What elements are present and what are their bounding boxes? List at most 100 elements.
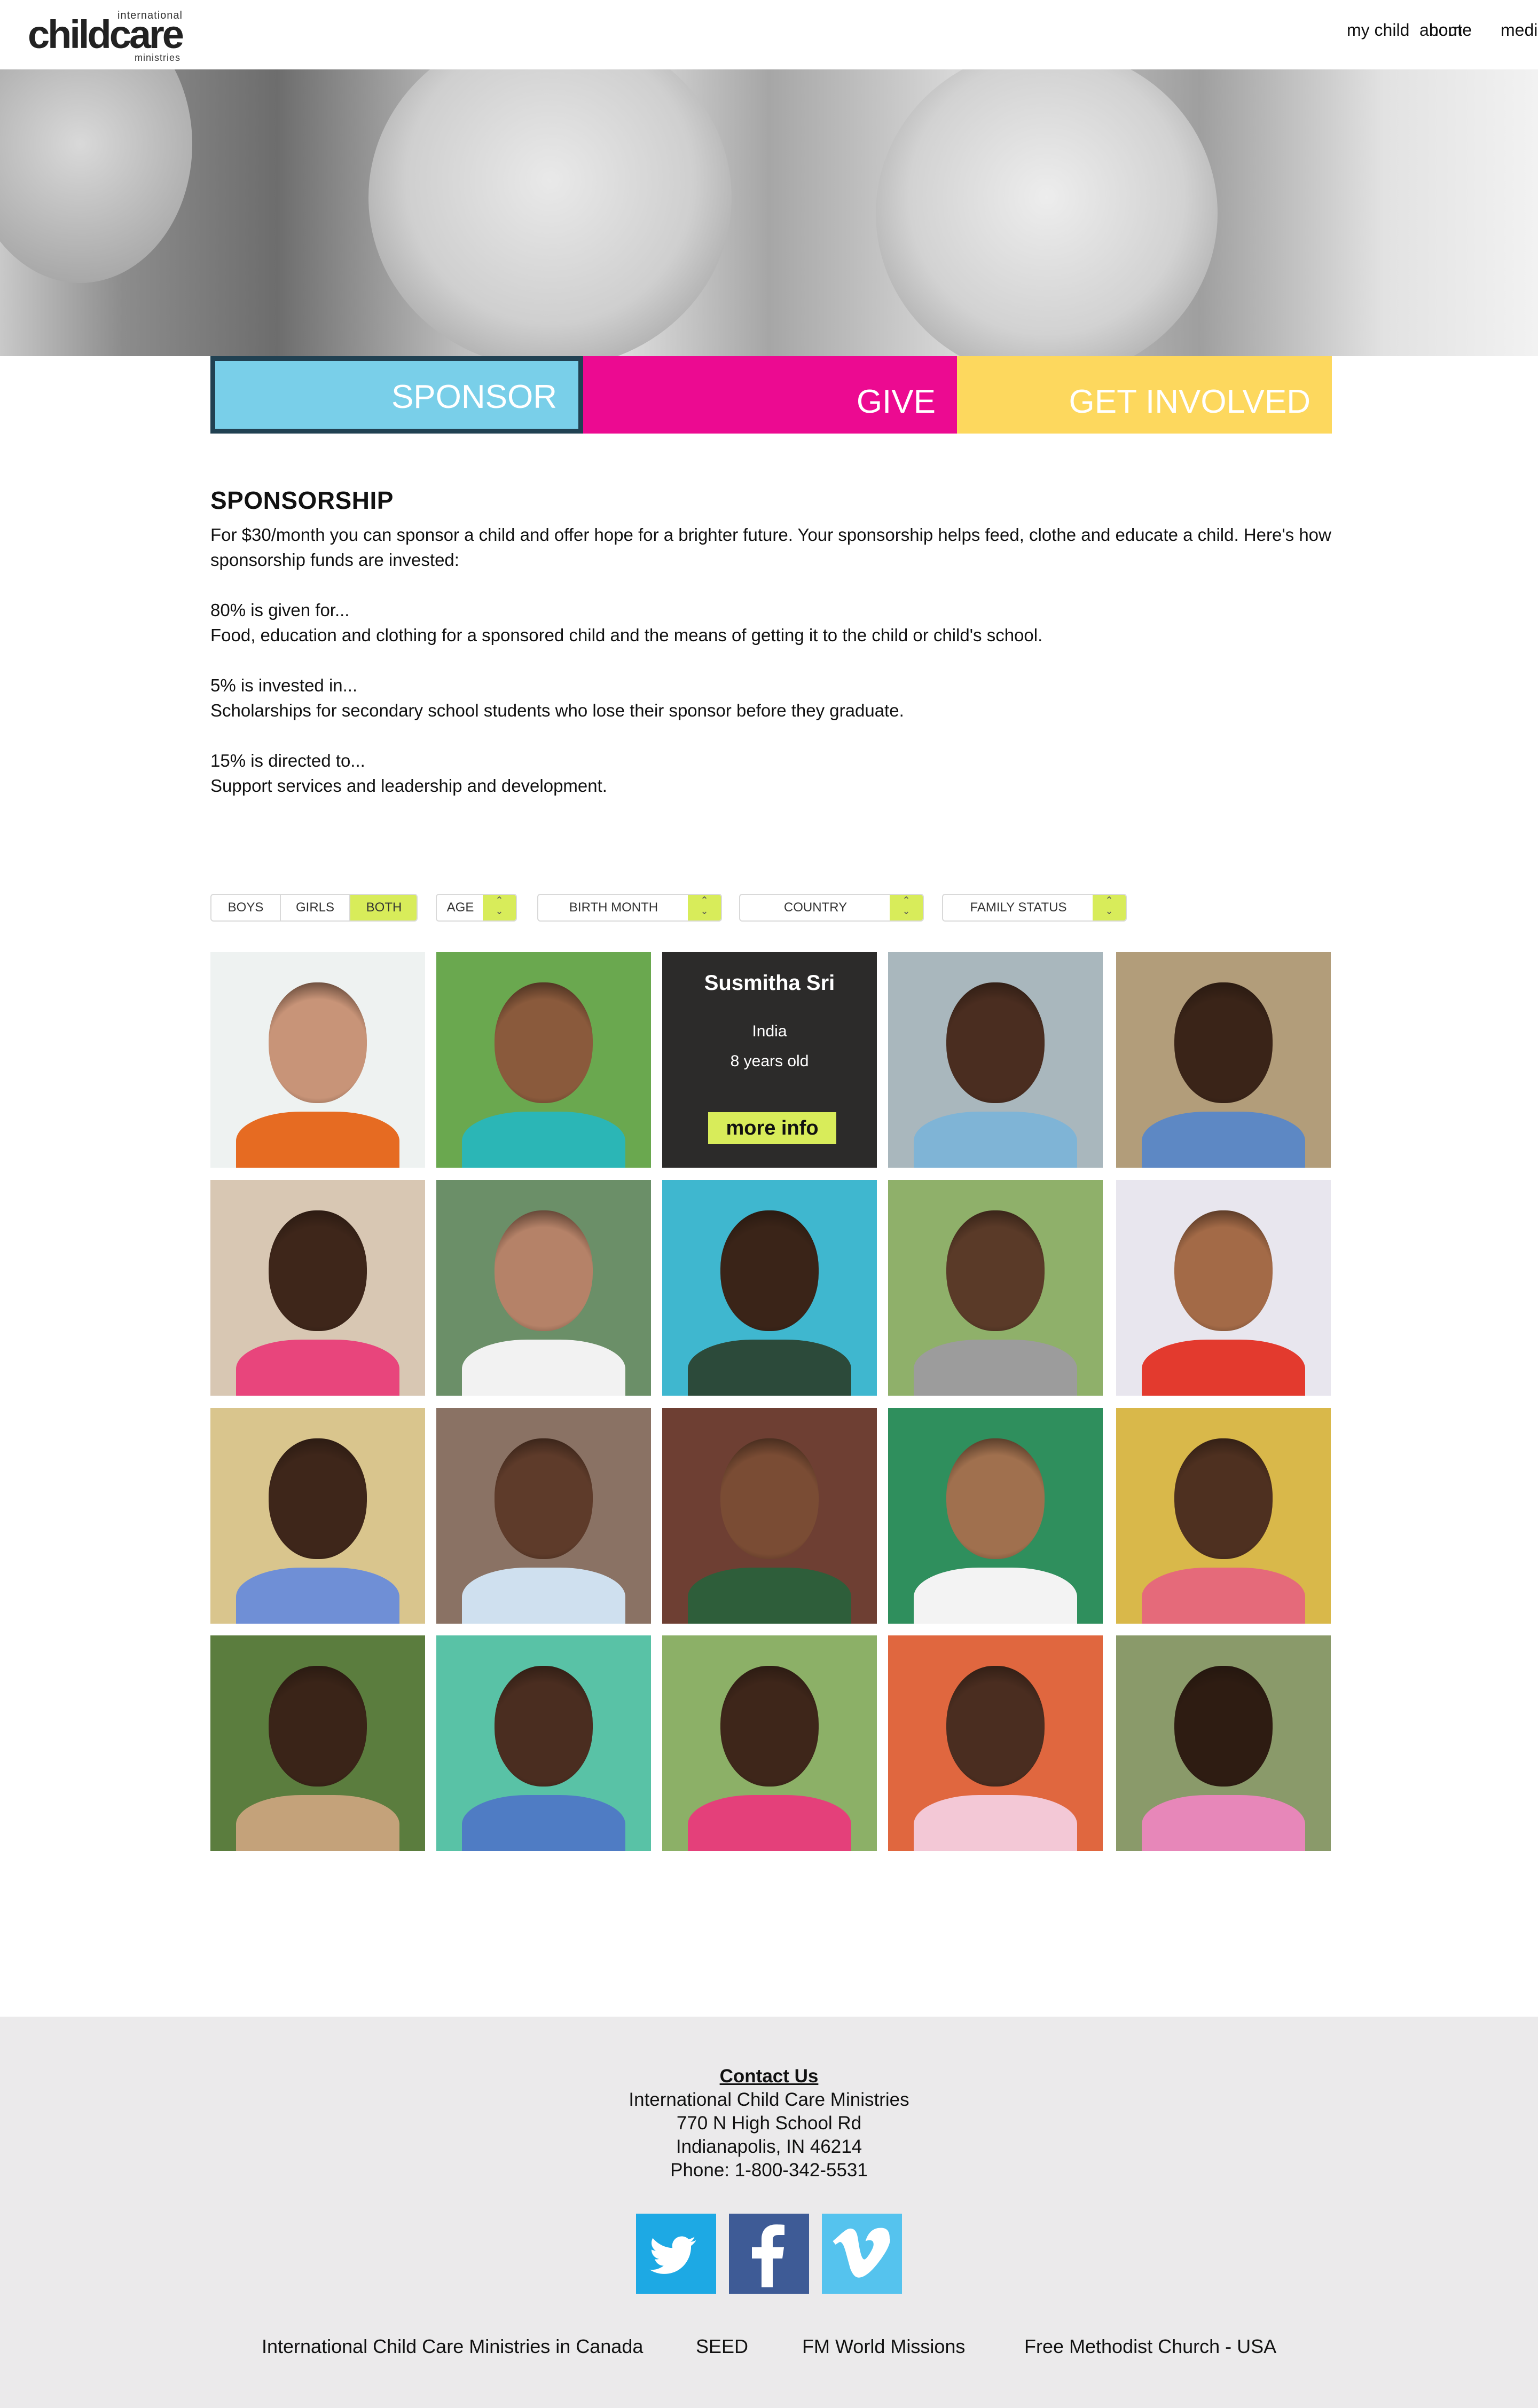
tab-give[interactable]: GIVE [583,356,957,434]
child-filters: BOYS GIRLS BOTH AGE ⌃ ⌄ BIRTH MONTH ⌃ ⌄ CO… [210,894,1332,924]
gender-option-girls[interactable]: GIRLS [281,895,349,920]
hero-child-face [368,69,732,356]
child-photo-shirt [462,1795,625,1851]
child-photo-face [946,1665,1045,1787]
child-photo-face [494,1438,593,1559]
child-photo[interactable] [662,1408,877,1624]
country-select[interactable]: COUNTRY ⌃ ⌄ [739,894,924,922]
contact-city: Indianapolis, IN 46214 [676,2136,862,2157]
tab-sponsor-label: SPONSOR [391,379,557,415]
child-photo-shirt [1142,1111,1305,1168]
child-info-card[interactable]: Susmitha Sri India 8 years old more info [662,952,877,1168]
funding-text: Support services and leadership and deve… [210,776,607,796]
section-tabs: SPONSOR GIVE GET INVOLVED [210,356,1332,434]
child-photo-face [494,1210,593,1331]
child-photo[interactable] [436,1180,651,1396]
contact-block: Contact Us International Child Care Mini… [0,2065,1538,2182]
child-photo-shirt [236,1111,399,1168]
select-arrows-icon: ⌃ ⌄ [688,895,721,920]
child-photo-shirt [462,1111,625,1168]
child-photo[interactable] [210,1408,425,1624]
child-photo[interactable] [1116,1180,1331,1396]
child-photo-face [946,982,1045,1103]
sponsorship-title: SPONSORSHIP [210,486,394,514]
child-country: India [752,1022,787,1040]
child-photo-face [946,1210,1045,1331]
child-photo-shirt [1142,1567,1305,1624]
select-arrows-icon: ⌃ ⌄ [890,895,923,920]
tab-get-involved-label: GET INVOLVED [1069,383,1311,420]
funding-text: Scholarships for secondary school studen… [210,701,904,720]
child-photo[interactable] [436,1635,651,1851]
footer-link-fm-world-missions[interactable]: FM World Missions [802,2335,965,2358]
child-photo-shirt [462,1339,625,1396]
hero-child-face [876,69,1218,356]
logo-wordmark: childcare [28,12,184,57]
child-photo[interactable] [1116,952,1331,1168]
nav-media[interactable]: media [1501,20,1538,40]
child-photo[interactable] [210,1635,425,1851]
more-info-button[interactable]: more info [708,1112,836,1144]
tab-get-involved[interactable]: GET INVOLVED [957,356,1332,434]
child-photo-face [268,982,367,1103]
footer-link-seed[interactable]: SEED [696,2335,748,2358]
child-photo-shirt [688,1567,851,1624]
child-photo-shirt [914,1111,1077,1168]
child-photo-shirt [914,1795,1077,1851]
child-photo[interactable] [888,1635,1103,1851]
child-photo-shirt [462,1567,625,1624]
logo[interactable]: international childcare ministries [28,5,199,64]
funding-heading: 80% is given for... [210,600,350,620]
child-photo-face [946,1438,1045,1559]
child-photo[interactable] [1116,1408,1331,1624]
site-header: international childcare ministries my ch… [0,0,1538,69]
child-photo[interactable] [210,1180,425,1396]
child-photo-shirt [236,1795,399,1851]
child-photo-face [1174,1210,1273,1331]
child-photo[interactable] [888,952,1103,1168]
child-photo[interactable] [888,1180,1103,1396]
child-photo-face [494,982,593,1103]
footer-links: International Child Care Ministries in C… [0,2335,1538,2362]
nav-my-child[interactable]: my child [1347,20,1409,40]
child-photo-shirt [236,1567,399,1624]
birth-month-select[interactable]: BIRTH MONTH ⌃ ⌄ [537,894,722,922]
child-photo-face [268,1210,367,1331]
vimeo-icon[interactable] [822,2214,902,2294]
child-photo-shirt [236,1339,399,1396]
child-age: 8 years old [730,1052,809,1070]
tab-sponsor[interactable]: SPONSOR [210,356,583,434]
child-photo-face [720,1210,819,1331]
gender-option-both[interactable]: BOTH [350,895,417,920]
child-photo-face [1174,1665,1273,1787]
contact-title[interactable]: Contact Us [0,2065,1538,2088]
twitter-icon[interactable] [636,2214,716,2294]
tab-give-label: GIVE [856,383,936,420]
child-photo[interactable] [436,1408,651,1624]
child-photo[interactable] [436,952,651,1168]
child-photo-face [494,1665,593,1787]
footer-link-icc-canada[interactable]: International Child Care Ministries in C… [262,2335,643,2358]
child-photo[interactable] [888,1408,1103,1624]
child-photo[interactable] [1116,1635,1331,1851]
child-photo[interactable] [210,952,425,1168]
select-arrows-icon: ⌃ ⌄ [483,895,516,920]
child-name: Susmitha Sri [704,971,835,995]
age-select[interactable]: AGE ⌃ ⌄ [436,894,517,922]
child-photo-shirt [1142,1795,1305,1851]
child-photo-shirt [914,1567,1077,1624]
gender-option-boys[interactable]: BOYS [211,895,280,920]
children-grid: Susmitha Sri India 8 years old more info [210,952,1332,1851]
child-photo-face [720,1665,819,1787]
child-photo-face [1174,1438,1273,1559]
child-photo-shirt [1142,1339,1305,1396]
nav-home[interactable]: home [1429,20,1472,40]
child-photo-face [720,1438,819,1559]
family-status-select[interactable]: FAMILY STATUS ⌃ ⌄ [942,894,1127,922]
child-photo[interactable] [662,1635,877,1851]
child-photo[interactable] [662,1180,877,1396]
footer-link-free-methodist-church[interactable]: Free Methodist Church - USA [1024,2335,1276,2358]
contact-org: International Child Care Ministries [629,2089,909,2110]
facebook-icon[interactable] [729,2214,809,2294]
country-select-label: COUNTRY [783,900,848,915]
